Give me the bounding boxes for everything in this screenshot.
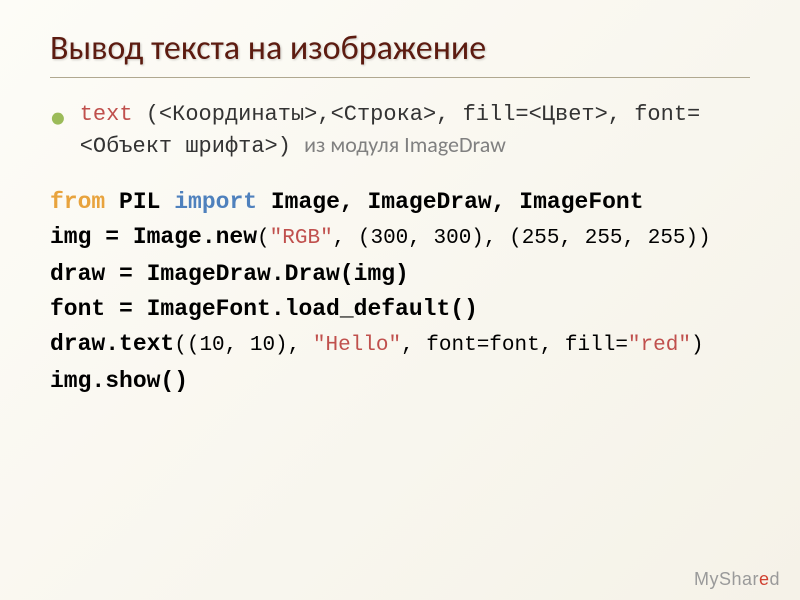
- bullet-icon: ●: [50, 104, 66, 130]
- signature-text: text (<Координаты>,<Строка>, fill=<Цвет>…: [80, 100, 750, 162]
- watermark-pre: MyShar: [694, 569, 759, 589]
- fn-name: text: [80, 102, 133, 127]
- watermark: MyShared: [694, 569, 780, 590]
- code-line-4: font = ImageFont.load_default(): [50, 293, 750, 325]
- slide-title: Вывод текста на изображение: [50, 28, 750, 78]
- code-l2-call: ("RGB", (300, 300), (255, 255, 255)): [257, 227, 711, 250]
- code-line-1: from PIL import Image, ImageDraw, ImageF…: [50, 186, 750, 218]
- kw-from: from: [50, 189, 105, 215]
- fn-tail: из модуля ImageDraw: [304, 131, 506, 158]
- code-l5a: draw.text: [50, 331, 174, 357]
- code-line-2: img = Image.new("RGB", (300, 300), (255,…: [50, 221, 750, 255]
- code-l2-str: "RGB": [270, 227, 333, 250]
- watermark-red: e: [759, 569, 770, 589]
- kw-import: import: [174, 189, 257, 215]
- code-l1-mod: PIL: [105, 189, 174, 215]
- code-line-6: img.show(): [50, 365, 750, 397]
- code-l5-str1: "Hello": [313, 334, 401, 357]
- code-l2a: img = Image.new: [50, 224, 257, 250]
- code-l1-rest: Image, ImageDraw, ImageFont: [257, 189, 643, 215]
- watermark-post: d: [769, 569, 780, 589]
- code-block: from PIL import Image, ImageDraw, ImageF…: [50, 186, 750, 397]
- code-line-5: draw.text((10, 10), "Hello", font=font, …: [50, 328, 750, 362]
- code-l5-str2: "red": [628, 334, 691, 357]
- slide: Вывод текста на изображение ● text (<Коо…: [0, 0, 800, 600]
- code-line-3: draw = ImageDraw.Draw(img): [50, 258, 750, 290]
- signature-row: ● text (<Координаты>,<Строка>, fill=<Цве…: [50, 100, 750, 162]
- code-l5-call: ((10, 10), "Hello", font=font, fill="red…: [174, 334, 703, 357]
